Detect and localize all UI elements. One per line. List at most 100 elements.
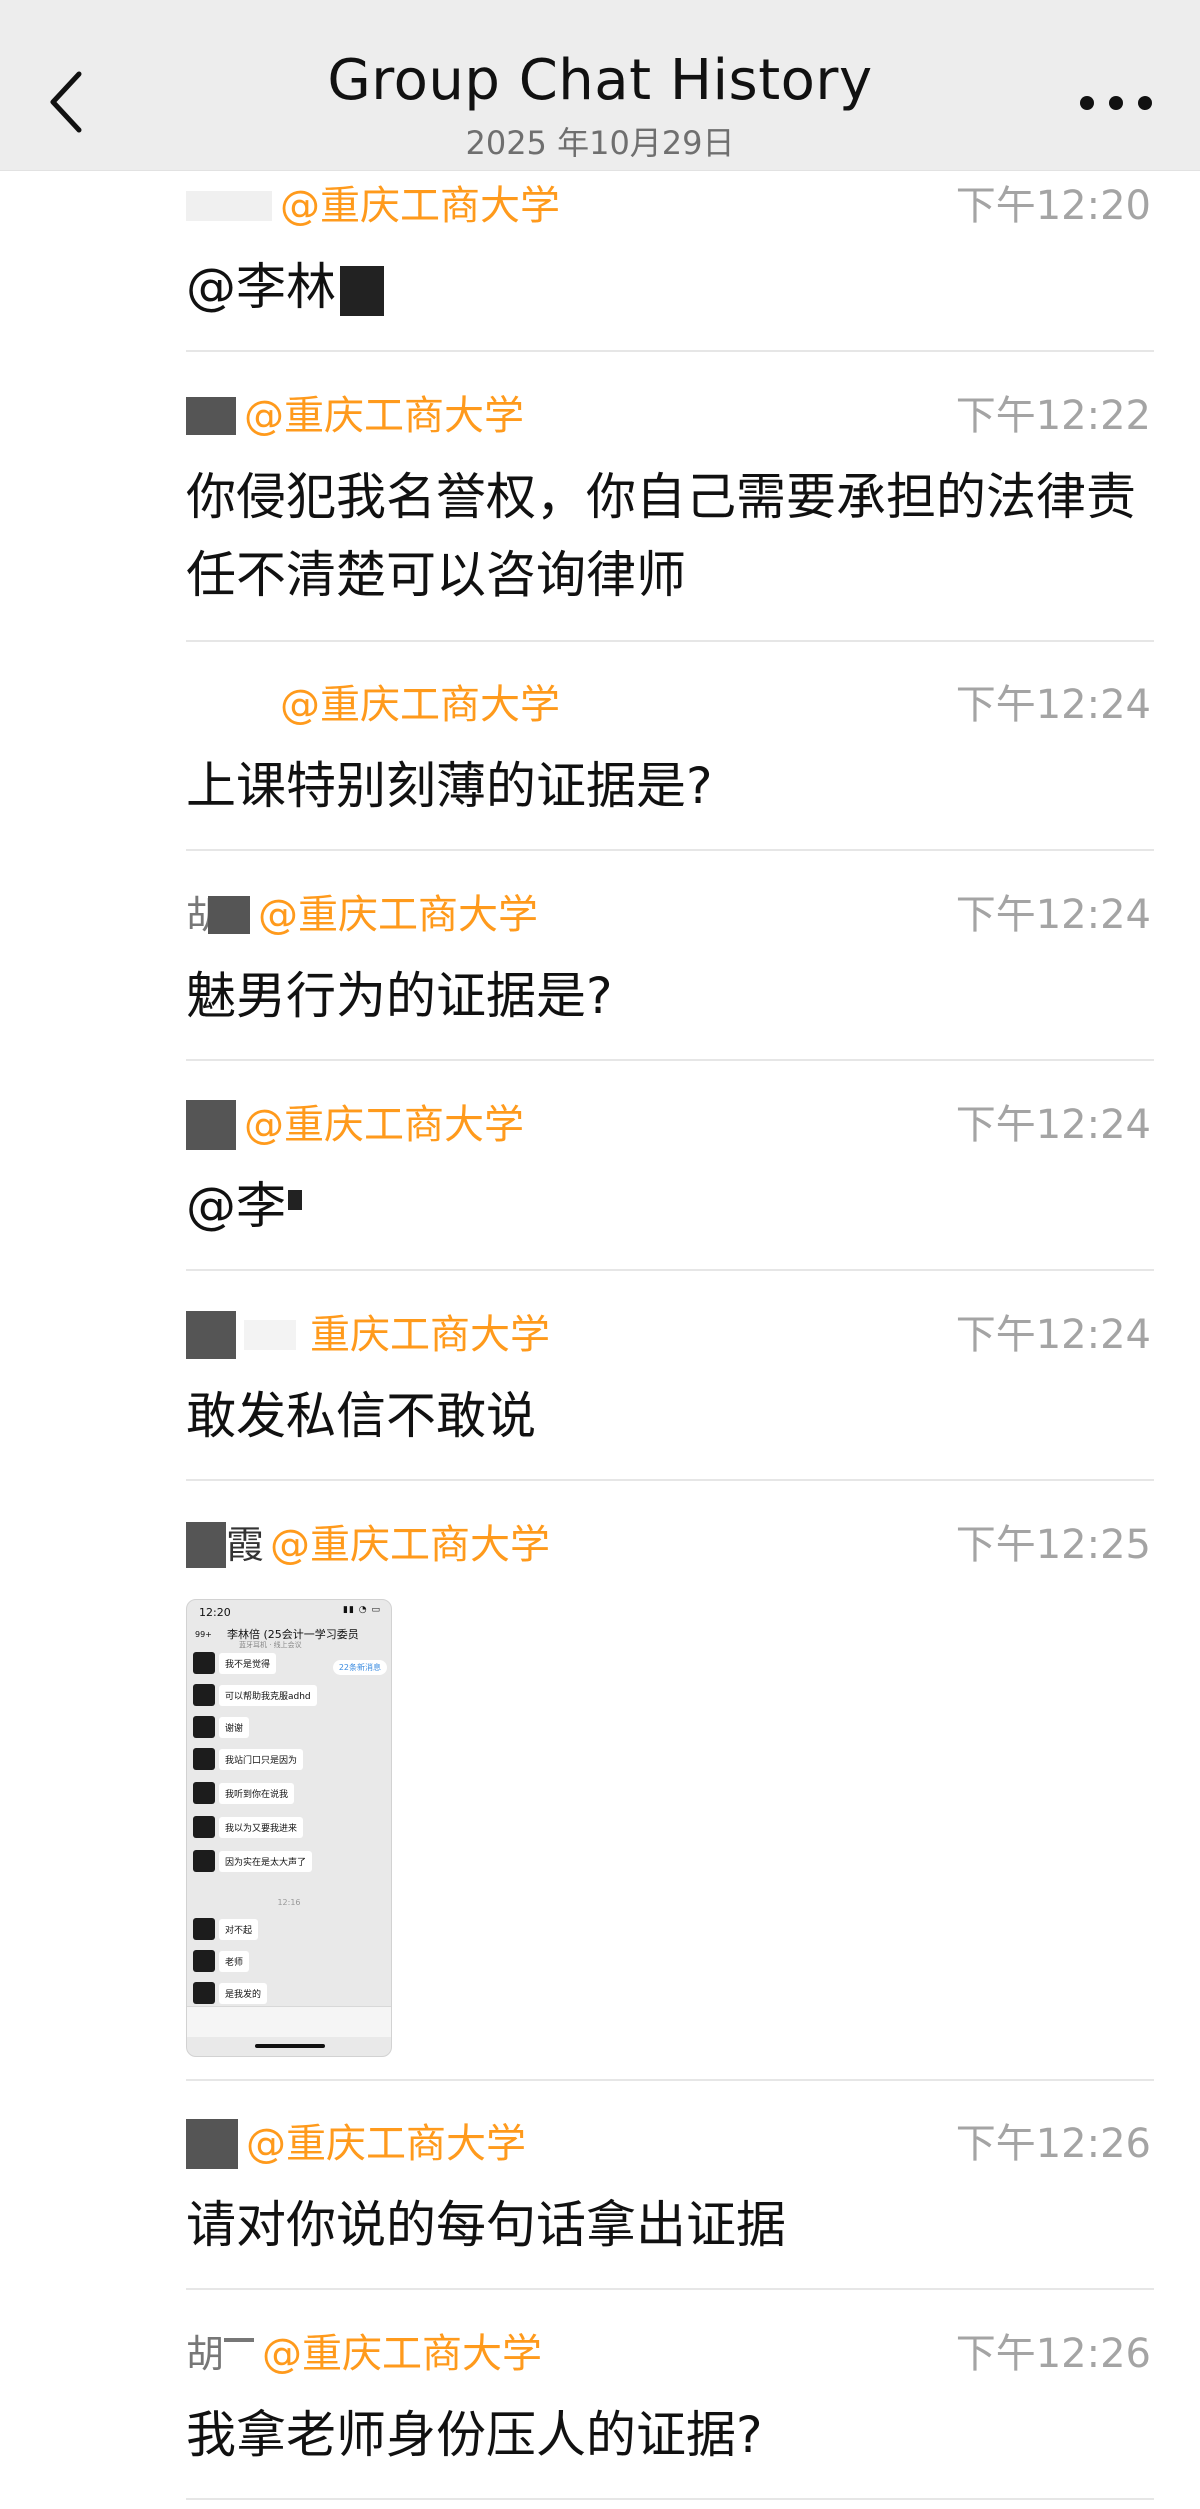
message-divider [186, 640, 1154, 642]
thumb-message-row: 我不是觉得 [193, 1650, 277, 1676]
message-time: 下午12:20 [955, 183, 1151, 229]
message-text-content: @李 [186, 1177, 286, 1235]
redacted-text [288, 1189, 302, 1210]
thumb-bubble: 我站门口只是因为 [219, 1748, 304, 1770]
thumb-avatar [193, 1782, 215, 1804]
more-options-button[interactable] [1080, 88, 1152, 118]
message-divider [186, 2288, 1154, 2290]
message-time: 下午12:26 [955, 2121, 1151, 2167]
thumb-avatar [193, 1918, 215, 1940]
chat-message: @重庆工商大学 下午12:20 @李林 [186, 180, 1154, 352]
page-date: 2025 年10月29日 [465, 124, 735, 162]
thumb-bubble: 谢谢 [219, 1716, 250, 1738]
sender-affiliation: 重庆工商大学 [310, 1312, 550, 1358]
sender-affiliation: @重庆工商大学 [280, 183, 560, 229]
page-title: Group Chat History [327, 48, 873, 113]
message-text: 你侵犯我名誉权，你自己需要承担的法律责任不清楚可以咨询律师 [186, 468, 1136, 604]
sender-name: 霞 @重庆工商大学 [186, 1519, 550, 1571]
thumb-bubble: 我以为又要我进来 [219, 1816, 304, 1838]
chat-message: @重庆工商大学 下午12:24 @李 [186, 1099, 1154, 1271]
sender-affiliation: @重庆工商大学 [262, 2331, 543, 2377]
redacted-name [208, 896, 251, 934]
thumb-avatar [193, 1950, 215, 1972]
thumb-message-row: 因为实在是太大声了 [193, 1848, 313, 1874]
thumb-signal-icon: ▮▮ ◔ ▭ [343, 1605, 381, 1615]
chat-message: 胡 @重庆工商大学 下午12:24 魅男行为的证据是? [186, 889, 1154, 1061]
message-text: 请对你说的每句话拿出证据 [186, 2196, 786, 2254]
redacted-name [224, 2338, 255, 2342]
sender-name: 胡 @重庆工商大学 [186, 889, 538, 941]
message-text: @李 [186, 1167, 1146, 1245]
chat-message: 胡 @重庆工商大学 下午12:26 我拿老师身份压人的证据? [186, 2328, 1154, 2500]
chat-message: @重庆工商大学 下午12:22 你侵犯我名誉权，你自己需要承担的法律责任不清楚可… [186, 390, 1154, 642]
thumb-bubble: 因为实在是太大声了 [219, 1850, 313, 1872]
message-time: 下午12:24 [955, 1312, 1151, 1358]
thumb-bubble: 可以帮助我克服adhd [219, 1684, 317, 1706]
thumb-avatar [193, 1982, 215, 2004]
sender-affiliation: @重庆工商大学 [246, 2121, 526, 2167]
thumb-message-row: 可以帮助我克服adhd [193, 1682, 317, 1708]
thumb-avatar [193, 1816, 215, 1838]
message-time: 下午12:22 [955, 393, 1151, 439]
sender-name-fragment: 胡 [186, 2332, 225, 2376]
thumb-bubble: 老师 [219, 1950, 250, 1972]
thumb-back-count: 99+ [195, 1630, 212, 1639]
sender-affiliation: @重庆工商大学 [244, 393, 524, 439]
sender-name: @重庆工商大学 [186, 1099, 524, 1151]
redacted-name [186, 1522, 226, 1568]
more-icon-dot [1109, 96, 1123, 110]
message-time: 下午12:25 [955, 1522, 1151, 1568]
message-divider [186, 1059, 1154, 1061]
redacted-name [186, 690, 272, 720]
thumb-avatar [193, 1716, 215, 1738]
chat-message: 霞 @重庆工商大学 下午12:25 12:20 ▮▮ ◔ ▭ 99+ 李林倍 (2… [186, 1519, 1154, 2081]
chat-message: @重庆工商大学 下午12:24 上课特别刻薄的证据是? [186, 679, 1154, 851]
thumb-bubble: 是我发的 [219, 1982, 268, 2004]
message-divider [186, 2498, 1154, 2500]
message-divider [186, 2079, 1154, 2081]
more-icon-dot [1080, 96, 1094, 110]
sender-affiliation: @重庆工商大学 [270, 1522, 551, 1568]
message-divider [186, 1479, 1154, 1481]
sender-affiliation: @重庆工商大学 [244, 1102, 524, 1148]
message-time: 下午12:24 [955, 682, 1151, 728]
thumb-bubble: 我不是觉得 [219, 1652, 277, 1674]
thumb-message-row: 老师 [193, 1948, 250, 1974]
redacted-name [186, 397, 236, 435]
redacted-name [186, 2119, 238, 2169]
thumb-timestamp: 12:16 [277, 1898, 301, 1907]
message-divider [186, 350, 1154, 352]
message-text: @李林 [186, 248, 1146, 326]
thumb-avatar [193, 1652, 215, 1674]
thumb-unread-badge: 22条新消息 [332, 1660, 387, 1675]
sender-affiliation: @重庆工商大学 [258, 892, 539, 938]
more-icon-dot [1138, 96, 1152, 110]
message-time: 下午12:26 [955, 2331, 1151, 2377]
thumb-home-indicator [255, 2044, 325, 2048]
sender-name: 重庆工商大学 [186, 1309, 550, 1361]
redacted-name [186, 1311, 236, 1359]
thumb-message-row: 谢谢 [193, 1714, 250, 1740]
thumb-bubble: 对不起 [219, 1918, 259, 1940]
message-divider [186, 1269, 1154, 1271]
thumb-status-time: 12:20 [199, 1606, 231, 1619]
thumb-message-row: 我听到你在说我 [193, 1780, 295, 1806]
screenshot-thumbnail[interactable]: 12:20 ▮▮ ◔ ▭ 99+ 李林倍 (25会计一学习委员 蓝牙耳机 · 线… [186, 1599, 392, 2057]
chat-header: Group Chat History 2025 年10月29日 [0, 0, 1200, 171]
sender-name: @重庆工商大学 [186, 2118, 526, 2170]
chat-message: @重庆工商大学 下午12:26 请对你说的每句话拿出证据 [186, 2118, 1154, 2290]
message-text: 上课特别刻薄的证据是? [186, 757, 713, 815]
message-text: 我拿老师身份压人的证据? [186, 2406, 763, 2464]
sender-name-fragment: 霞 [226, 1523, 265, 1567]
thumb-avatar [193, 1684, 215, 1706]
thumb-input-bar [187, 2006, 391, 2037]
chat-message: 重庆工商大学 下午12:24 敢发私信不敢说 [186, 1309, 1154, 1481]
redacted-name [186, 191, 272, 221]
sender-name: @重庆工商大学 [186, 180, 560, 232]
thumb-bubble: 我听到你在说我 [219, 1782, 295, 1804]
redacted-name [186, 1100, 236, 1150]
redacted-text [340, 265, 384, 316]
sender-name: @重庆工商大学 [186, 390, 524, 442]
message-text: 魅男行为的证据是? [186, 967, 613, 1025]
thumb-avatar [193, 1748, 215, 1770]
